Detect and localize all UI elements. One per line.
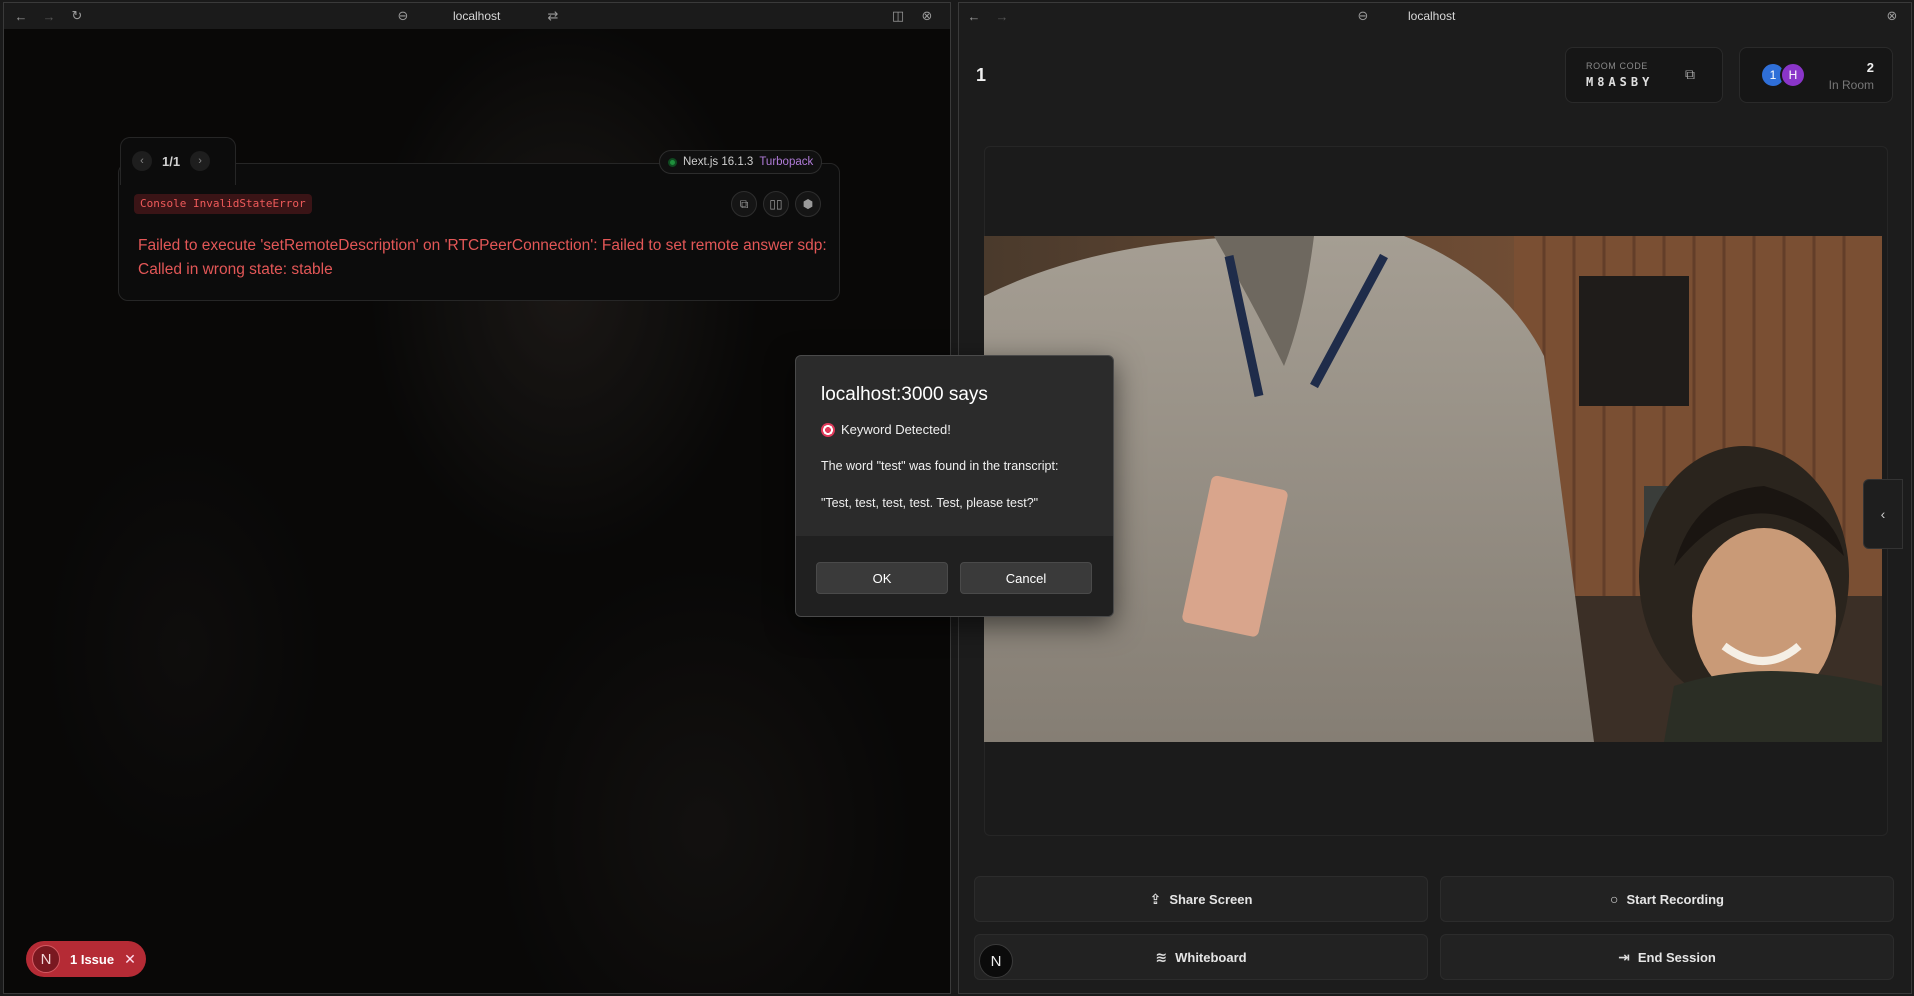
error-message: Failed to execute 'setRemoteDescription'…: [138, 237, 827, 278]
room-code-card: ROOM CODE M8ASBY ⧉: [1565, 47, 1723, 103]
error-counter: 1/1: [162, 153, 181, 169]
dialog-title: localhost:3000 says: [821, 384, 988, 405]
room-code-value: M8ASBY: [1586, 75, 1654, 89]
dialog-line-2: The word "test" was found in the transcr…: [821, 459, 1059, 473]
video-feed-image: [984, 236, 1882, 742]
node-hexagon-icon[interactable]: ⬢: [795, 191, 821, 217]
share-screen-label: Share Screen: [1169, 891, 1253, 907]
dialog-line-1: Keyword Detected!: [821, 422, 951, 437]
copy-icon[interactable]: ⧉: [1680, 64, 1700, 84]
record-circle-icon: ○: [1610, 891, 1619, 907]
issue-count-label: 1 Issue: [70, 951, 115, 967]
cancel-button[interactable]: Cancel: [960, 562, 1092, 594]
share-icon: ⇪: [1149, 890, 1162, 907]
link-icon[interactable]: ⊖: [1354, 7, 1372, 25]
whiteboard-label: Whiteboard: [1175, 949, 1247, 965]
close-icon[interactable]: ✕: [124, 951, 136, 968]
room-number: 1: [976, 65, 987, 85]
exit-icon: ⇥: [1618, 948, 1630, 965]
end-session-button[interactable]: ⇥ End Session: [1440, 934, 1894, 980]
nextjs-version-badge[interactable]: Next.js 16.1.3 Turbopack: [659, 150, 823, 174]
error-type-tag: Console InvalidStateError: [134, 194, 312, 214]
close-icon[interactable]: ⊗: [918, 7, 936, 25]
nextjs-logo-icon: N: [32, 945, 60, 973]
ok-button[interactable]: OK: [816, 562, 948, 594]
left-window-title: localhost: [453, 9, 501, 23]
dialog-line-3: "Test, test, test, test. Test, please te…: [821, 496, 1039, 510]
avatar: H: [1780, 62, 1806, 88]
dialog-keyword-text: Keyword Detected!: [841, 422, 951, 437]
version-label: Next.js 16.1.3: [683, 156, 754, 168]
back-icon[interactable]: ←: [965, 7, 983, 25]
left-titlebar: ← → ↻ ⊖ localhost ⇄ ◫ ⊗: [4, 3, 950, 29]
forward-icon[interactable]: →: [40, 7, 58, 25]
error-actions: ⧉ ▯▯ ⬢: [731, 191, 821, 217]
next-error-button[interactable]: ›: [190, 151, 211, 171]
remote-video: [984, 236, 1882, 742]
participant-count: 2: [1866, 60, 1874, 75]
prev-error-button[interactable]: ‹: [132, 151, 152, 171]
collapse-panel-button[interactable]: ‹: [1863, 479, 1903, 549]
target-icon: [821, 422, 835, 437]
start-recording-button[interactable]: ○ Start Recording: [1440, 876, 1894, 922]
dialog-body: localhost:3000 says Keyword Detected! Th…: [796, 356, 1113, 536]
issue-badge[interactable]: N 1 Issue ✕: [26, 941, 146, 977]
right-window-title: localhost: [1408, 9, 1456, 23]
nextjs-logo-icon[interactable]: N: [979, 944, 1013, 978]
docs-book-icon[interactable]: ▯▯: [763, 191, 789, 217]
reload-icon[interactable]: ↻: [68, 7, 86, 25]
right-titlebar: ← → ⊖ localhost ⊗: [959, 3, 1911, 29]
copy-icon[interactable]: ⧉: [731, 191, 757, 217]
end-session-label: End Session: [1637, 949, 1716, 965]
error-pagination: ‹ 1/1 ›: [132, 151, 211, 171]
bundler-label: Turbopack: [759, 156, 814, 168]
sliders-icon[interactable]: ⇄: [544, 7, 562, 25]
participants-card: 1 H 2 In Room: [1739, 47, 1893, 103]
start-recording-label: Start Recording: [1626, 891, 1724, 907]
alert-dialog: localhost:3000 says Keyword Detected! Th…: [795, 355, 1114, 617]
back-icon[interactable]: ←: [12, 7, 30, 25]
link-icon[interactable]: ⊖: [394, 7, 412, 25]
layers-icon: ≋: [1155, 948, 1168, 965]
split-view-icon[interactable]: ◫: [889, 7, 907, 25]
whiteboard-button[interactable]: ≋ Whiteboard: [974, 934, 1428, 980]
close-icon[interactable]: ⊗: [1883, 7, 1901, 25]
status-dot-icon: [668, 157, 677, 167]
chevron-left-icon: ‹: [1880, 506, 1886, 522]
share-screen-button[interactable]: ⇪ Share Screen: [974, 876, 1428, 922]
room-code-label: ROOM CODE: [1586, 61, 1648, 71]
participant-label: In Room: [1828, 78, 1874, 92]
forward-icon[interactable]: →: [993, 7, 1011, 25]
